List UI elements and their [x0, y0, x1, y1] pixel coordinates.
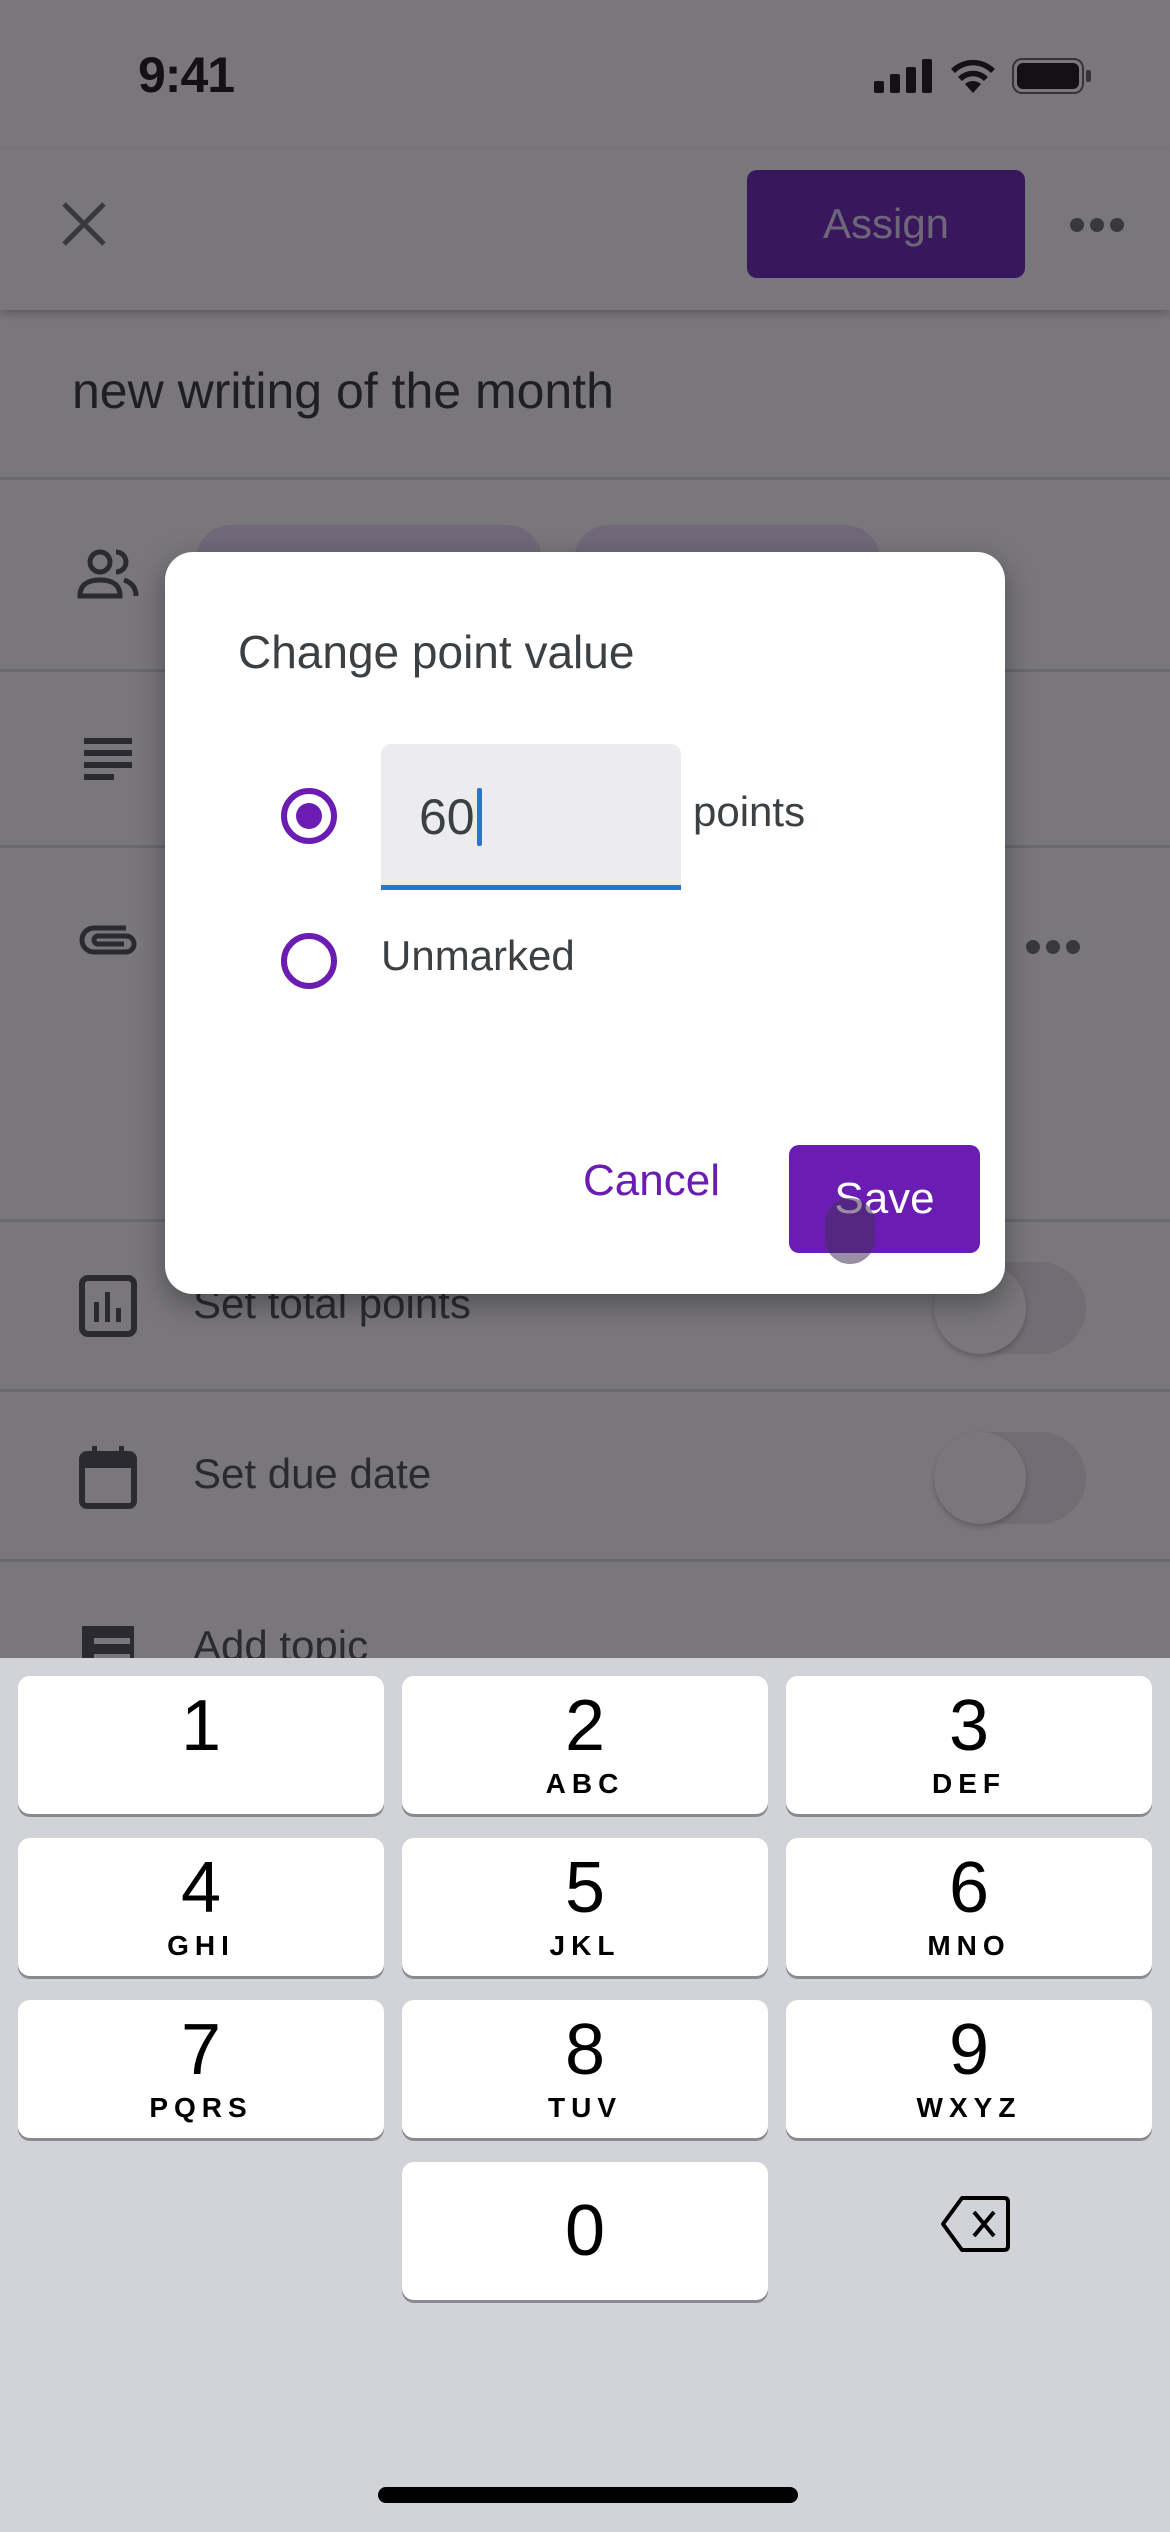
points-value: 60 [419, 789, 475, 845]
key-1[interactable]: 1 [18, 1676, 384, 1814]
numeric-keyboard: 1 2 ABC 3 DEF 4 GHI 5 JKL 6 MNO 7 PQRS 8 TUV 9W… [0, 1658, 1170, 2532]
key-3[interactable]: 3 DEF [786, 1676, 1152, 1814]
points-suffix: points [693, 788, 806, 835]
dialog-title: Change point value [238, 626, 635, 678]
unmarked-radio[interactable] [281, 933, 337, 989]
points-radio[interactable] [281, 788, 337, 844]
key-0[interactable]: 0 [402, 2162, 768, 2300]
change-point-value-dialog: Change point value 60 points Unmarked Ca… [165, 552, 1005, 1294]
save-button[interactable]: Save [789, 1145, 980, 1253]
key-6[interactable]: 6 MNO [786, 1838, 1152, 1976]
key-9[interactable]: 9 WXYZ [786, 2000, 1152, 2138]
home-indicator[interactable] [378, 2487, 798, 2503]
unmarked-label[interactable]: Unmarked [381, 932, 575, 980]
text-caret [476, 788, 482, 846]
key-2[interactable]: 2 ABC [402, 1676, 768, 1814]
backspace-key[interactable] [940, 2194, 1010, 2254]
backspace-icon [941, 2196, 1010, 2252]
key-4[interactable]: 4 GHI [18, 1838, 384, 1976]
cancel-button[interactable]: Cancel [583, 1156, 720, 1206]
key-8[interactable]: 8 TUV [402, 2000, 768, 2138]
points-input[interactable]: 60 [381, 744, 681, 890]
key-5[interactable]: 5 JKL [402, 1838, 768, 1976]
key-7[interactable]: 7 PQRS [18, 2000, 384, 2138]
